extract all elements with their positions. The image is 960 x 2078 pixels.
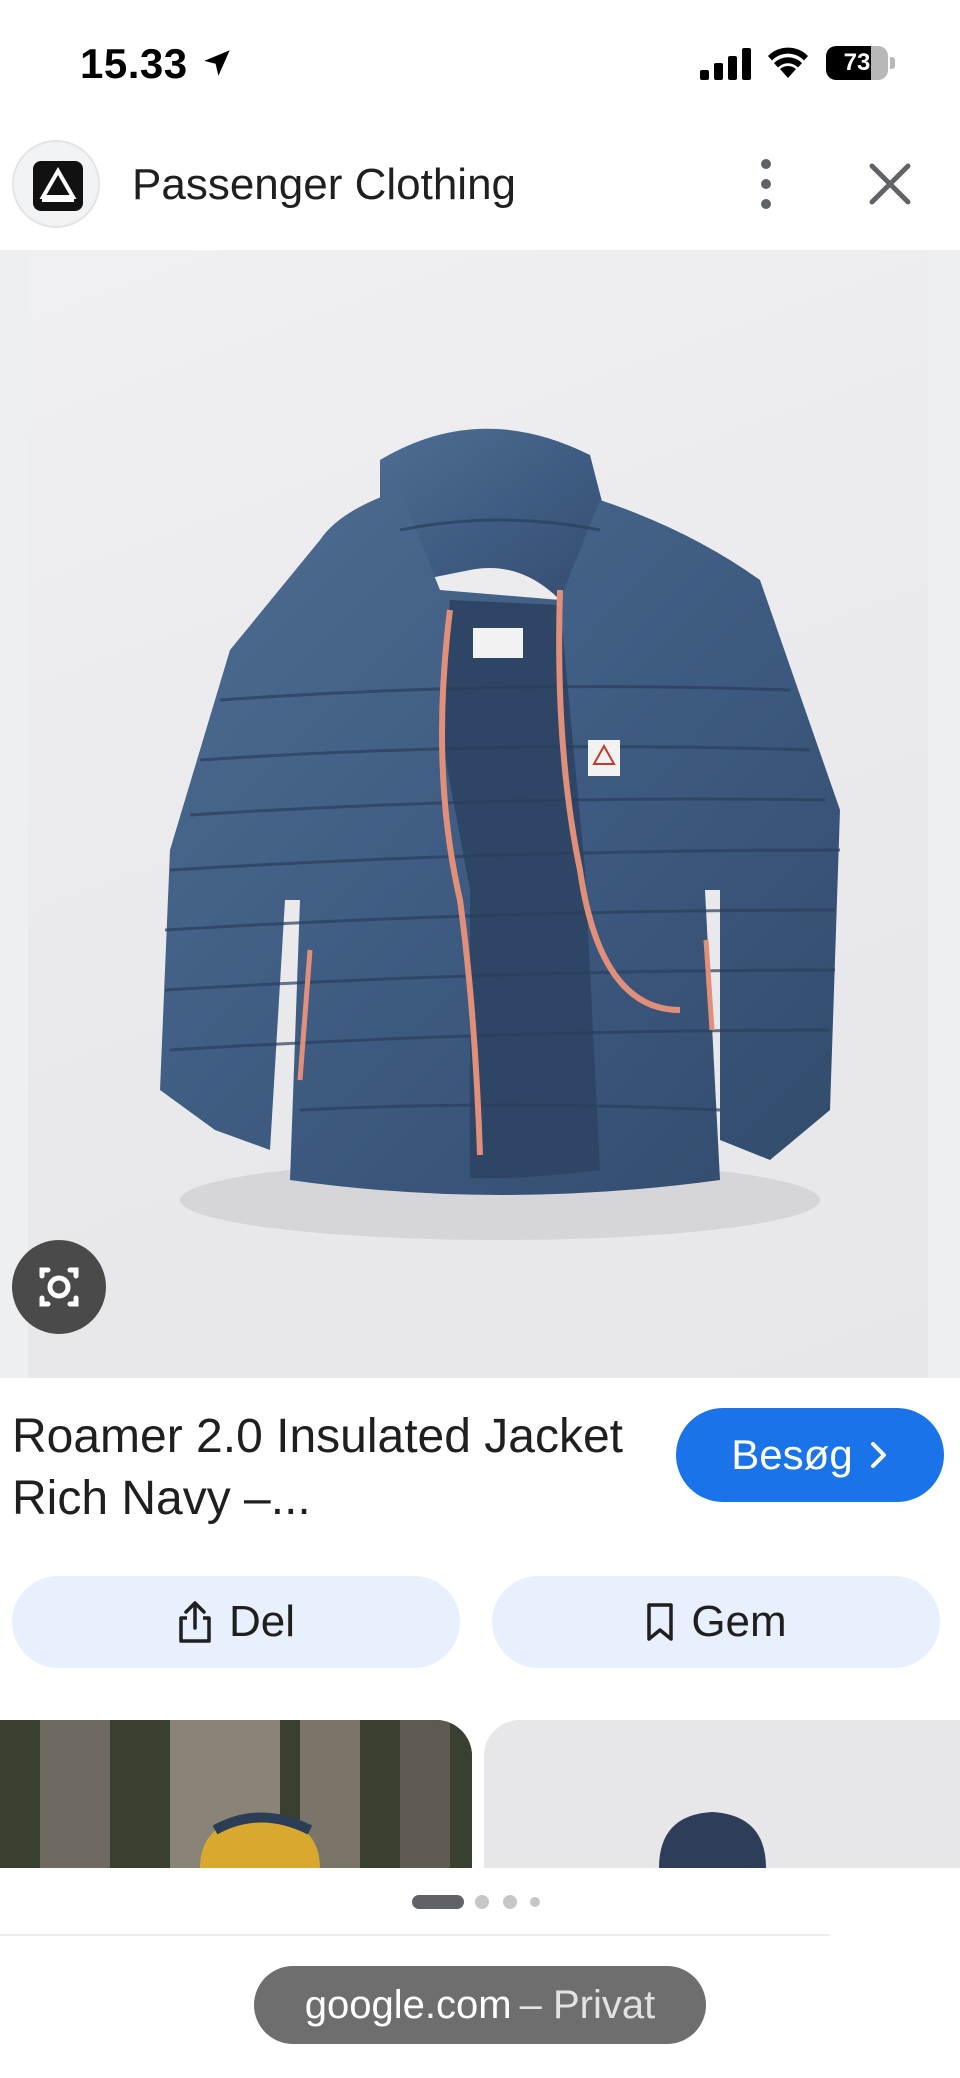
more-vert-icon[interactable] [746, 156, 786, 212]
chevron-right-icon [870, 1442, 886, 1468]
carousel-pager [412, 1895, 540, 1909]
location-arrow-icon [204, 50, 230, 76]
google-lens-icon [39, 1267, 79, 1307]
google-lens-button[interactable] [12, 1240, 106, 1334]
visit-label: Besøg [731, 1431, 853, 1478]
related-image-2[interactable] [484, 1720, 960, 1868]
product-title[interactable]: Roamer 2.0 Insulated Jacket Rich Navy –.… [12, 1406, 632, 1530]
bookmark-icon [647, 1603, 674, 1641]
share-icon [179, 1601, 211, 1643]
save-button[interactable]: Gem [492, 1576, 940, 1668]
url-mode: – Privat [519, 1982, 656, 2027]
visit-button[interactable]: Besøg [676, 1408, 944, 1502]
pager-dot-active [412, 1895, 464, 1909]
share-label: Del [228, 1597, 296, 1646]
status-bar: 15.33 73 [0, 0, 960, 130]
url-bar[interactable]: google.com – Privat [254, 1966, 706, 2044]
battery-indicator: 73 [826, 46, 895, 80]
product-image[interactable] [0, 250, 960, 1378]
cellular-signal-icon [700, 48, 751, 80]
close-icon[interactable] [866, 160, 914, 208]
jacket-hood-photo [484, 1720, 960, 1868]
wifi-icon [768, 47, 808, 78]
save-label: Gem [691, 1597, 787, 1646]
share-button[interactable]: Del [12, 1576, 460, 1668]
site-name[interactable]: Passenger Clothing [132, 160, 516, 210]
forest-photo [0, 1720, 472, 1868]
url-domain: google.com [304, 1982, 512, 2027]
battery-percent: 73 [843, 49, 871, 76]
result-header: Passenger Clothing [0, 130, 960, 250]
status-time: 15.33 [80, 40, 188, 87]
related-image-1[interactable] [0, 1720, 472, 1868]
pager-dot [475, 1895, 489, 1909]
passenger-logo-icon [33, 161, 83, 211]
pager-dot [503, 1895, 517, 1909]
pager-dot [530, 1897, 540, 1907]
site-favicon[interactable] [12, 140, 100, 228]
divider [0, 1934, 830, 1936]
jacket-image [160, 428, 841, 1240]
